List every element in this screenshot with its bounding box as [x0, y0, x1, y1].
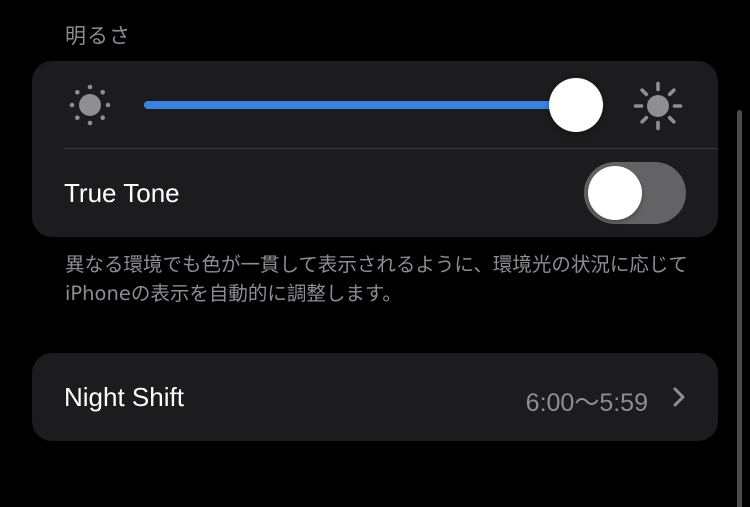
- scrollbar[interactable]: [737, 110, 742, 507]
- sun-small-icon: [69, 84, 111, 126]
- true-tone-label: True Tone: [64, 178, 180, 208]
- true-tone-toggle-knob: [588, 166, 642, 220]
- brightness-section-header: 明るさ: [65, 24, 131, 48]
- night-shift-schedule-value: 6:00〜5:59: [525, 389, 648, 417]
- night-shift-row[interactable]: Night Shift 6:00〜5:59: [32, 353, 718, 441]
- sun-large-icon: [633, 81, 683, 131]
- true-tone-description: 異なる環境でも色が一貫して表示されるように、環境光の状況に応じてiPhoneの表…: [65, 253, 688, 305]
- brightness-slider-thumb[interactable]: [549, 78, 603, 132]
- brightness-card: True Tone: [32, 61, 718, 237]
- night-shift-label: Night Shift: [64, 382, 184, 412]
- display-settings-page: 明るさ True Tone 異なる環境でも色が一貫して表示されるように、環境光の…: [0, 0, 750, 507]
- chevron-right-icon: [673, 387, 685, 407]
- brightness-slider-fill: [144, 101, 576, 109]
- brightness-slider[interactable]: [144, 78, 604, 132]
- true-tone-toggle[interactable]: [584, 162, 686, 224]
- brightness-divider: [64, 148, 718, 149]
